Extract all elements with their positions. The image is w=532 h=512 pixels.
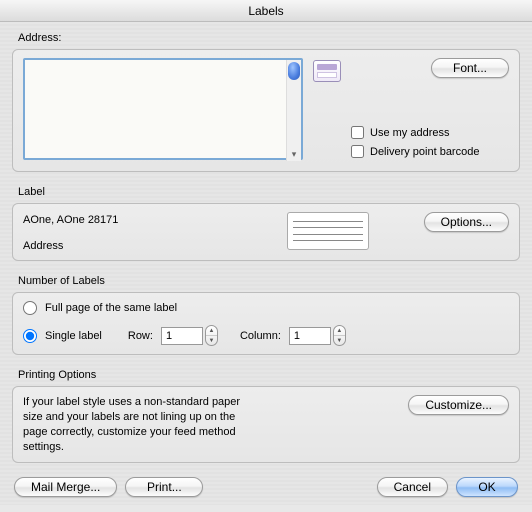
row-spinner: ▲ ▼ bbox=[161, 325, 218, 346]
label-product-text: AOne, AOne 28171 bbox=[23, 214, 273, 226]
scrollbar-thumb[interactable] bbox=[288, 62, 300, 80]
chevron-up-icon[interactable]: ▲ bbox=[334, 326, 345, 336]
cancel-button[interactable]: Cancel bbox=[377, 477, 448, 497]
row-label: Row: bbox=[128, 330, 153, 342]
address-text-wrap: ▾ bbox=[23, 58, 303, 163]
use-my-address-row[interactable]: Use my address bbox=[351, 126, 509, 139]
printing-hint-text: If your label style uses a non-standard … bbox=[23, 395, 259, 454]
printing-group-frame: If your label style uses a non-standard … bbox=[12, 386, 520, 463]
column-input[interactable] bbox=[289, 327, 331, 345]
delivery-barcode-row[interactable]: Delivery point barcode bbox=[351, 145, 509, 158]
delivery-barcode-checkbox[interactable] bbox=[351, 145, 364, 158]
label-group-frame: AOne, AOne 28171 Address Options... bbox=[12, 203, 520, 261]
column-stepper[interactable]: ▲ ▼ bbox=[333, 325, 346, 346]
numlabels-group-label: Number of Labels bbox=[12, 275, 520, 287]
full-page-radio[interactable] bbox=[23, 301, 37, 315]
full-page-label: Full page of the same label bbox=[45, 302, 177, 314]
window-titlebar: Labels bbox=[0, 0, 532, 22]
delivery-barcode-label: Delivery point barcode bbox=[370, 146, 479, 158]
numlabels-group: Number of Labels Full page of the same l… bbox=[12, 275, 520, 355]
numlabels-group-frame: Full page of the same label Single label… bbox=[12, 292, 520, 355]
label-kind-text: Address bbox=[23, 240, 273, 252]
window-title: Labels bbox=[248, 4, 283, 18]
single-label-radio-row[interactable]: Single label bbox=[23, 329, 102, 343]
address-group-label: Address: bbox=[12, 32, 520, 44]
label-group: Label AOne, AOne 28171 Address Options..… bbox=[12, 186, 520, 261]
full-page-radio-row[interactable]: Full page of the same label bbox=[23, 301, 509, 315]
rolodex-button[interactable] bbox=[313, 58, 341, 82]
mail-merge-button[interactable]: Mail Merge... bbox=[14, 477, 117, 497]
label-preview-icon bbox=[287, 212, 369, 250]
row-input[interactable] bbox=[161, 327, 203, 345]
row-stepper[interactable]: ▲ ▼ bbox=[205, 325, 218, 346]
label-group-label: Label bbox=[12, 186, 520, 198]
font-button[interactable]: Font... bbox=[431, 58, 509, 78]
address-group-frame: ▾ Font... Use my address bbox=[12, 49, 520, 172]
single-label-radio[interactable] bbox=[23, 329, 37, 343]
window-body: Address: ▾ Font... bbox=[0, 22, 532, 505]
printing-group-label: Printing Options bbox=[12, 369, 520, 381]
print-button[interactable]: Print... bbox=[125, 477, 203, 497]
options-button[interactable]: Options... bbox=[424, 212, 509, 232]
address-scrollbar[interactable]: ▾ bbox=[286, 60, 301, 161]
address-textarea[interactable] bbox=[23, 58, 303, 160]
use-my-address-checkbox[interactable] bbox=[351, 126, 364, 139]
customize-button[interactable]: Customize... bbox=[408, 395, 509, 415]
use-my-address-label: Use my address bbox=[370, 127, 449, 139]
rolodex-icon bbox=[313, 60, 341, 82]
scrollbar-down-icon[interactable]: ▾ bbox=[287, 147, 301, 161]
column-label: Column: bbox=[240, 330, 281, 342]
chevron-up-icon[interactable]: ▲ bbox=[206, 326, 217, 336]
address-group: Address: ▾ Font... bbox=[12, 32, 520, 172]
bottom-button-bar: Mail Merge... Print... Cancel OK bbox=[12, 473, 520, 497]
column-spinner: ▲ ▼ bbox=[289, 325, 346, 346]
printing-group: Printing Options If your label style use… bbox=[12, 369, 520, 463]
single-label-label: Single label bbox=[45, 330, 102, 342]
chevron-down-icon[interactable]: ▼ bbox=[206, 336, 217, 345]
chevron-down-icon[interactable]: ▼ bbox=[334, 336, 345, 345]
ok-button[interactable]: OK bbox=[456, 477, 518, 497]
